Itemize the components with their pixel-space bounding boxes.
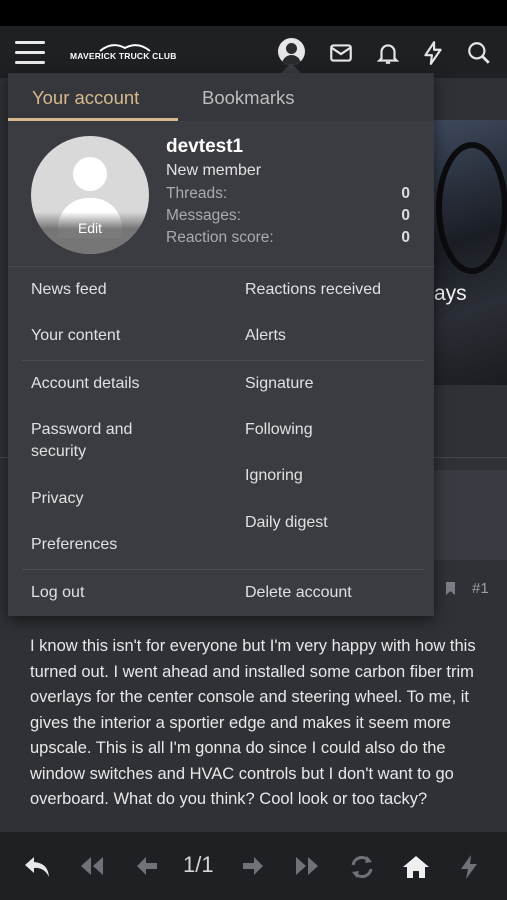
menu-item-news-feed[interactable]: News feed: [31, 279, 191, 301]
post-meta: #1: [434, 570, 507, 610]
menu-item-daily-digest[interactable]: Daily digest: [245, 512, 328, 534]
menu-item-your-content[interactable]: Your content: [31, 325, 191, 347]
home-icon[interactable]: [401, 854, 431, 880]
logo-text: MAVERICK TRUCK CLUB: [70, 51, 177, 61]
user-role: New member: [166, 162, 262, 179]
status-bar: [0, 0, 507, 26]
delete-account-link[interactable]: Delete account: [245, 582, 352, 604]
menu-item-privacy[interactable]: Privacy: [31, 488, 191, 510]
thread-image[interactable]: ays: [434, 120, 507, 385]
tab-bookmarks[interactable]: Bookmarks: [202, 87, 295, 109]
stat-threads-value: 0: [401, 185, 410, 202]
site-logo[interactable]: MAVERICK TRUCK CLUB: [70, 42, 180, 68]
bottom-navigation-bar: 1/1: [0, 832, 507, 900]
avatar[interactable]: Edit: [31, 136, 149, 254]
tab-your-account[interactable]: Your account: [32, 87, 139, 109]
lightning-icon[interactable]: [458, 854, 480, 880]
lightning-icon[interactable]: [420, 40, 446, 66]
divider: [8, 266, 434, 267]
stat-reaction-score-value: 0: [401, 229, 410, 246]
menu-item-ignoring[interactable]: Ignoring: [245, 465, 303, 487]
stat-reaction-score-label: Reaction score:: [166, 229, 274, 246]
bell-icon[interactable]: [375, 40, 401, 66]
user-avatar-icon[interactable]: [278, 38, 305, 65]
image-overlay-text: ays: [434, 282, 467, 305]
menu-item-alerts[interactable]: Alerts: [245, 325, 286, 347]
avatar-edit-link[interactable]: Edit: [31, 220, 149, 236]
post-number[interactable]: #1: [472, 580, 489, 597]
search-icon[interactable]: [466, 40, 492, 66]
refresh-icon[interactable]: [348, 854, 376, 880]
first-page-icon[interactable]: [78, 854, 106, 878]
reply-icon[interactable]: [22, 854, 52, 880]
next-page-icon[interactable]: [240, 854, 266, 878]
menu-item-reactions-received[interactable]: Reactions received: [245, 279, 381, 301]
stat-threads-label: Threads:: [166, 185, 228, 202]
menu-item-account-details[interactable]: Account details: [31, 373, 191, 395]
top-navigation-bar: MAVERICK TRUCK CLUB: [0, 26, 507, 78]
bookmark-icon[interactable]: [446, 582, 455, 595]
logout-link[interactable]: Log out: [31, 582, 191, 604]
account-dropdown: Your account Bookmarks Edit devtest1 New…: [8, 73, 434, 616]
menu-item-signature[interactable]: Signature: [245, 373, 314, 395]
prev-page-icon[interactable]: [134, 854, 160, 878]
content-block: [434, 470, 507, 560]
divider: [22, 569, 424, 570]
post-body-text: I know this isn't for everyone but I'm v…: [30, 637, 476, 808]
hamburger-icon[interactable]: [15, 41, 45, 65]
username[interactable]: devtest1: [166, 136, 243, 158]
menu-item-preferences[interactable]: Preferences: [31, 534, 191, 556]
mail-icon[interactable]: [328, 40, 354, 66]
menu-item-following[interactable]: Following: [245, 419, 313, 441]
profile-summary: Edit devtest1 New member Threads: 0 Mess…: [8, 121, 434, 267]
page-indicator[interactable]: 1/1: [183, 852, 214, 878]
steering-wheel-graphic: [436, 142, 507, 274]
menu-item-password-security[interactable]: Password and security: [31, 419, 191, 463]
stat-messages-value: 0: [401, 207, 410, 224]
account-tabs: Your account Bookmarks: [8, 73, 434, 121]
divider: [22, 360, 424, 361]
page-background: [434, 78, 507, 120]
stat-messages-label: Messages:: [166, 207, 241, 224]
last-page-icon[interactable]: [293, 854, 321, 878]
